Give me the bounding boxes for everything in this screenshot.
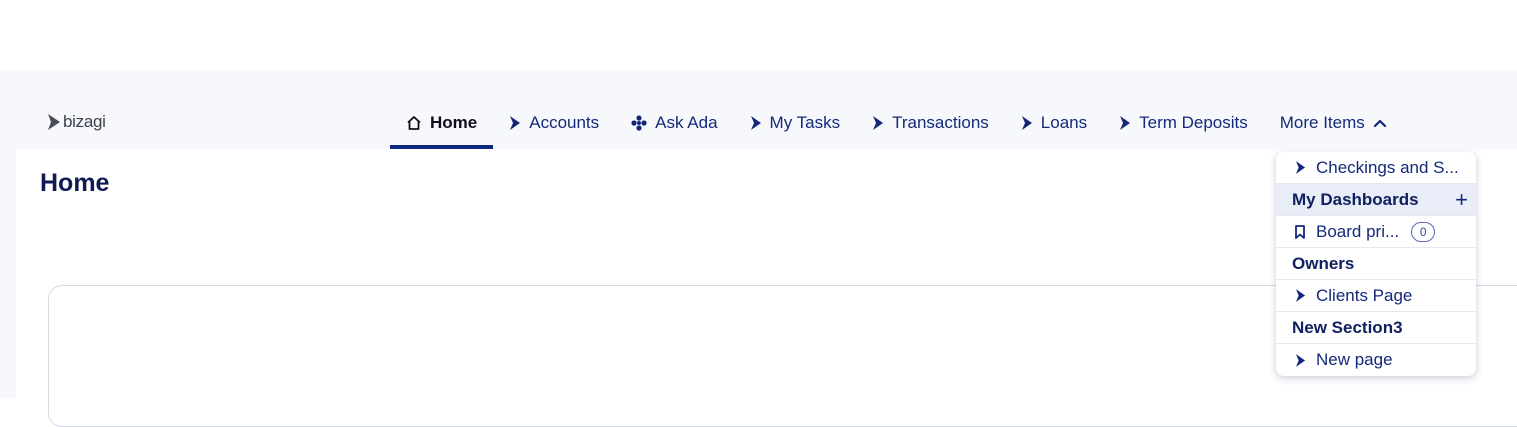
chevron-up-icon — [1373, 119, 1386, 127]
bizagi-icon — [1295, 289, 1305, 302]
bizagi-logo-icon — [48, 114, 60, 130]
nav-item-loans[interactable]: Loans — [1005, 96, 1103, 149]
nav-item-ask-ada[interactable]: Ask Ada — [615, 96, 733, 149]
menu-header-my-dashboards[interactable]: My Dashboards + — [1276, 184, 1476, 216]
nav-item-label: More Items — [1279, 112, 1365, 132]
bizagi-logo[interactable]: bizagi — [47, 112, 106, 132]
nav-item-home[interactable]: Home — [390, 96, 494, 149]
bizagi-icon — [510, 115, 521, 130]
add-dashboard-icon[interactable]: + — [1455, 189, 1468, 211]
menu-header-label: New Section3 — [1292, 317, 1403, 337]
menu-item-clients-page[interactable]: Clients Page — [1276, 280, 1476, 312]
top-navigation: Home Accounts Ask Ada My Tasks Transacti… — [390, 96, 1403, 149]
menu-header-label: My Dashboards — [1292, 189, 1419, 209]
menu-item-new-page[interactable]: New page — [1276, 344, 1476, 376]
bizagi-icon — [750, 115, 761, 130]
page-title: Home — [40, 169, 110, 197]
nav-item-accounts[interactable]: Accounts — [493, 96, 615, 149]
nav-item-transactions[interactable]: Transactions — [856, 96, 1005, 149]
nav-item-label: Accounts — [529, 112, 600, 132]
ada-icon — [631, 114, 647, 131]
nav-item-label: Ask Ada — [655, 112, 718, 132]
menu-item-label: Checkings and S... — [1316, 157, 1459, 177]
count-badge: 0 — [1411, 221, 1436, 242]
nav-item-label: Term Deposits — [1139, 112, 1248, 132]
menu-item-label: New page — [1316, 350, 1393, 369]
bizagi-icon — [1295, 353, 1305, 367]
menu-header-owners: Owners — [1276, 248, 1476, 280]
brand-name: bizagi — [63, 112, 106, 131]
menu-item-checkings[interactable]: Checkings and S... — [1276, 152, 1476, 184]
menu-item-label: Board pri... — [1316, 221, 1400, 241]
menu-header-label: Owners — [1292, 253, 1355, 273]
bizagi-icon — [1120, 115, 1131, 130]
menu-header-new-section3: New Section3 — [1276, 312, 1476, 344]
menu-item-board[interactable]: Board pri... 0 — [1276, 216, 1476, 248]
bizagi-icon — [873, 115, 884, 130]
bizagi-icon — [1021, 115, 1032, 130]
nav-item-label: Transactions — [892, 112, 989, 132]
bookmark-icon — [1295, 224, 1305, 239]
nav-item-label: My Tasks — [769, 112, 841, 132]
menu-item-label: Clients Page — [1316, 285, 1413, 305]
nav-item-more-items[interactable]: More Items — [1264, 96, 1403, 149]
nav-item-term-deposits[interactable]: Term Deposits — [1103, 96, 1264, 149]
home-icon — [407, 115, 421, 130]
bizagi-icon — [1295, 161, 1305, 174]
more-items-dropdown: Checkings and S... My Dashboards + Board… — [1276, 152, 1476, 376]
nav-item-label: Home — [430, 112, 478, 132]
nav-item-my-tasks[interactable]: My Tasks — [734, 96, 857, 149]
nav-item-label: Loans — [1040, 112, 1088, 132]
